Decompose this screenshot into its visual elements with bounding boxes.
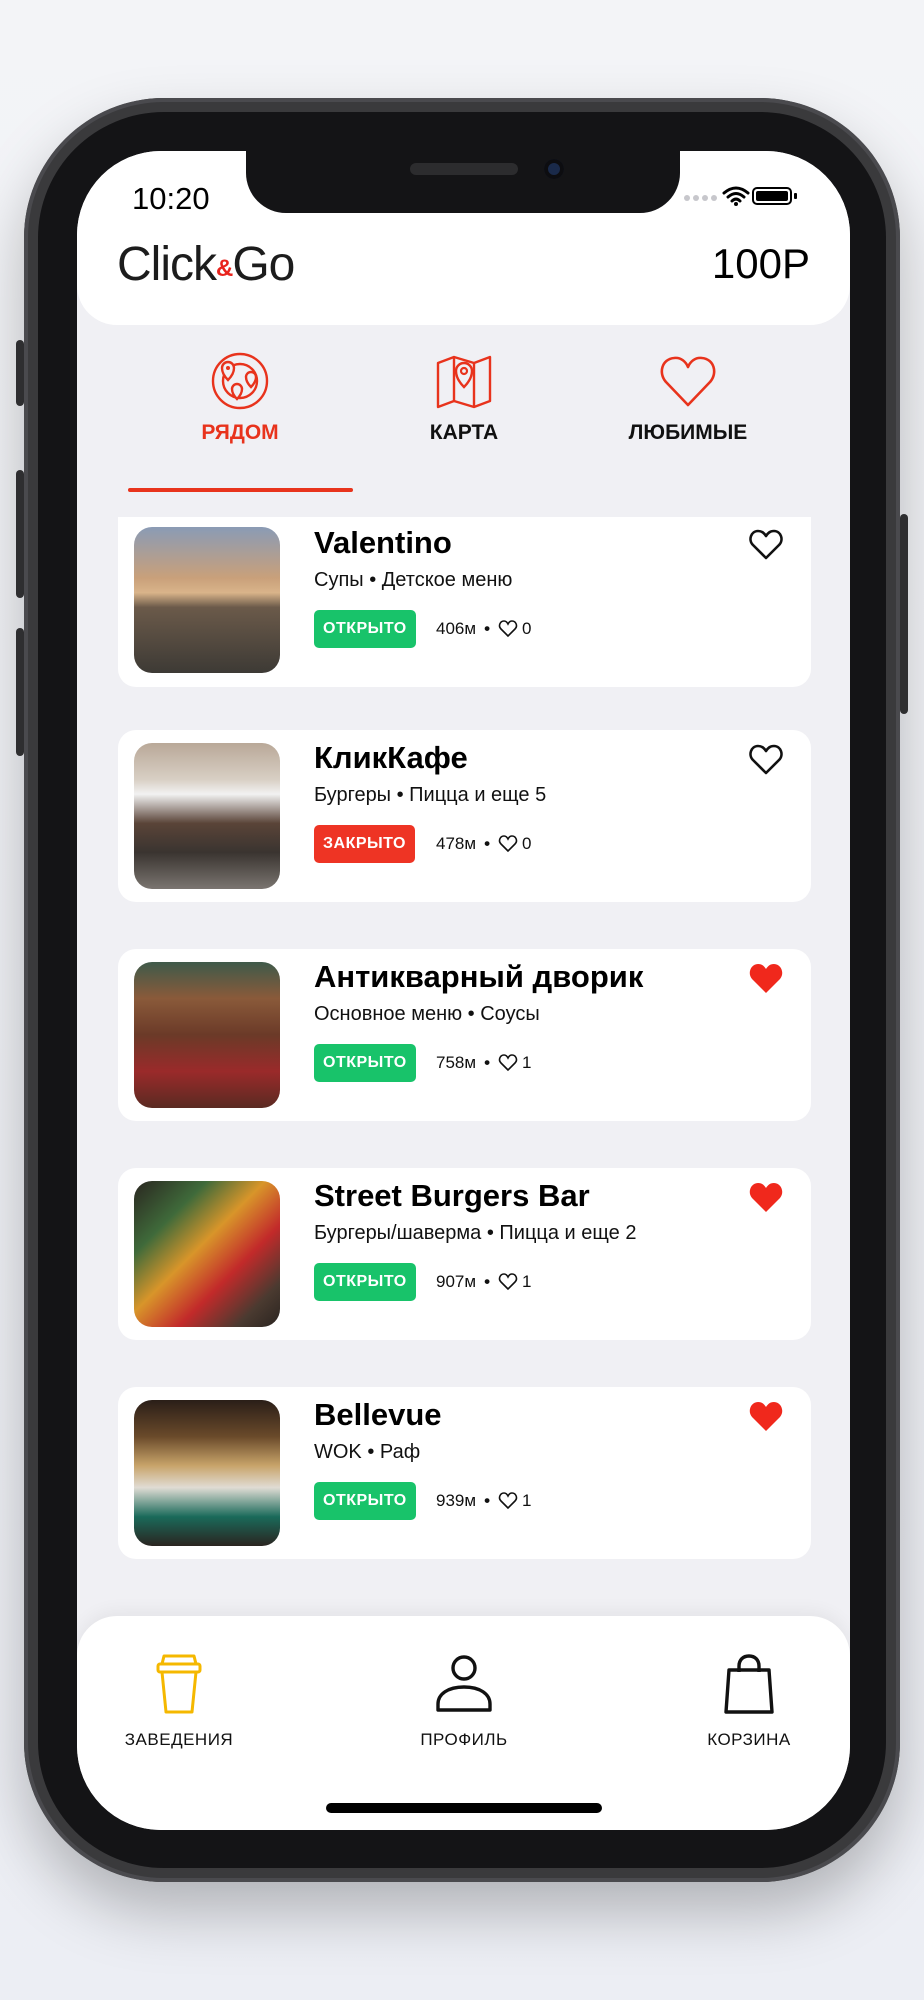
meta-separator: •: [484, 1272, 491, 1291]
bottom-navigation: ЗАВЕДЕНИЯ ПРОФИЛЬ КОРЗИНА: [77, 1616, 850, 1830]
distance-text: 907м: [436, 1272, 477, 1291]
home-indicator[interactable]: [326, 1803, 602, 1813]
distance-text: 478м: [436, 834, 477, 853]
map-pin-icon: [436, 355, 492, 409]
wifi-icon: [722, 186, 750, 206]
tab-favorites[interactable]: ЛЮБИМЫЕ: [576, 351, 800, 455]
status-badge: ОТКРЫТО: [314, 1482, 416, 1520]
active-tab-indicator: [128, 488, 353, 492]
power-button: [900, 514, 908, 714]
place-meta: 758м • 1: [436, 1053, 531, 1073]
place-categories: Основное меню • Соусы: [314, 1003, 540, 1025]
likes-heart-icon: [498, 835, 518, 853]
battery-icon: [752, 187, 792, 205]
nearby-radar-icon: [211, 352, 269, 410]
coffee-cup-icon: [156, 1654, 202, 1714]
signal-dot: [693, 195, 699, 201]
likes-count: 0: [522, 834, 532, 853]
silent-switch: [16, 340, 24, 406]
place-categories: WOK • Раф: [314, 1441, 421, 1463]
place-name: Street Burgers Bar: [314, 1178, 590, 1213]
nav-venues[interactable]: ЗАВЕДЕНИЯ: [79, 1654, 279, 1750]
tab-map-label: КАРТА: [429, 421, 499, 444]
volume-down-button: [16, 628, 24, 756]
distance-text: 939м: [436, 1491, 477, 1510]
battery-cap: [794, 193, 797, 199]
likes-count: 1: [522, 1491, 532, 1510]
place-card[interactable]: Valentino Супы • Детское меню ОТКРЫТО 40…: [118, 517, 811, 687]
place-meta: 907м • 1: [436, 1272, 531, 1292]
likes-heart-icon: [498, 1492, 518, 1510]
status-time: 10:20: [132, 181, 210, 216]
place-meta: 406м • 0: [436, 619, 531, 639]
place-meta: 478м • 0: [436, 834, 531, 854]
favorite-filled-icon[interactable]: [749, 1401, 783, 1433]
tab-map[interactable]: КАРТА: [352, 351, 576, 455]
app-logo: Click&Go: [117, 237, 295, 292]
place-name: Bellevue: [314, 1397, 442, 1432]
likes-heart-icon: [498, 620, 518, 638]
balance-amount[interactable]: 100Р: [712, 240, 810, 288]
signal-dot: [711, 195, 717, 201]
place-categories: Бургеры/шаверма • Пицца и еще 2: [314, 1222, 637, 1244]
app-screen: 10:20 Click&Go 100Р РЯДОМ КАРТА ЛЮБИМЫЕ …: [77, 151, 850, 1830]
distance-text: 758м: [436, 1053, 477, 1072]
speaker-grille: [410, 163, 518, 175]
place-name: Valentino: [314, 525, 452, 560]
nav-venues-label: ЗАВЕДЕНИЯ: [124, 1730, 234, 1749]
place-photo: [134, 743, 280, 889]
logo-ampersand: &: [216, 255, 233, 282]
shopping-bag-icon: [724, 1654, 774, 1714]
signal-dot: [702, 195, 708, 201]
likes-count: 0: [522, 619, 532, 638]
nav-profile-label: ПРОФИЛЬ: [420, 1730, 508, 1749]
volume-up-button: [16, 470, 24, 598]
tab-nearby[interactable]: РЯДОМ: [128, 351, 352, 455]
status-badge: ОТКРЫТО: [314, 1263, 416, 1301]
place-photo: [134, 527, 280, 673]
nav-cart-label: КОРЗИНА: [707, 1730, 791, 1749]
place-photo: [134, 1181, 280, 1327]
nav-profile[interactable]: ПРОФИЛЬ: [364, 1654, 564, 1750]
favorite-filled-icon[interactable]: [749, 963, 783, 995]
notch: [246, 151, 680, 213]
likes-count: 1: [522, 1272, 532, 1291]
distance-text: 406м: [436, 619, 477, 638]
nav-cart[interactable]: КОРЗИНА: [649, 1654, 849, 1750]
status-badge: ЗАКРЫТО: [314, 825, 415, 863]
place-photo: [134, 962, 280, 1108]
tab-nearby-label: РЯДОМ: [201, 421, 279, 444]
meta-separator: •: [484, 834, 491, 853]
status-badge: ОТКРЫТО: [314, 1044, 416, 1082]
logo-text-left: Click: [117, 238, 217, 291]
meta-separator: •: [484, 1491, 491, 1510]
likes-heart-icon: [498, 1273, 518, 1291]
place-card[interactable]: Bellevue WOK • Раф ОТКРЫТО 939м • 1: [118, 1387, 811, 1559]
favorite-outline-icon[interactable]: [749, 529, 783, 561]
place-categories: Бургеры • Пицца и еще 5: [314, 784, 547, 806]
logo-text-right: Go: [232, 238, 295, 291]
place-card[interactable]: Антикварный дворик Основное меню • Соусы…: [118, 949, 811, 1121]
heart-outline-icon: [660, 356, 716, 407]
tab-favorites-label: ЛЮБИМЫЕ: [628, 421, 748, 444]
place-card[interactable]: Street Burgers Bar Бургеры/шаверма • Пиц…: [118, 1168, 811, 1340]
meta-separator: •: [484, 619, 491, 638]
signal-dot: [684, 195, 690, 201]
meta-separator: •: [484, 1053, 491, 1072]
profile-icon: [436, 1655, 492, 1712]
place-card[interactable]: КликКафе Бургеры • Пицца и еще 5 ЗАКРЫТО…: [118, 730, 811, 902]
likes-heart-icon: [498, 1054, 518, 1072]
likes-count: 1: [522, 1053, 532, 1072]
front-camera: [544, 159, 564, 179]
place-name: КликКафе: [314, 740, 468, 775]
favorite-filled-icon[interactable]: [749, 1182, 783, 1214]
place-meta: 939м • 1: [436, 1491, 531, 1511]
favorite-outline-icon[interactable]: [749, 744, 783, 776]
place-photo: [134, 1400, 280, 1546]
status-indicators: [684, 186, 824, 210]
status-badge: ОТКРЫТО: [314, 610, 416, 648]
place-name: Антикварный дворик: [314, 959, 644, 994]
place-categories: Супы • Детское меню: [314, 569, 513, 591]
